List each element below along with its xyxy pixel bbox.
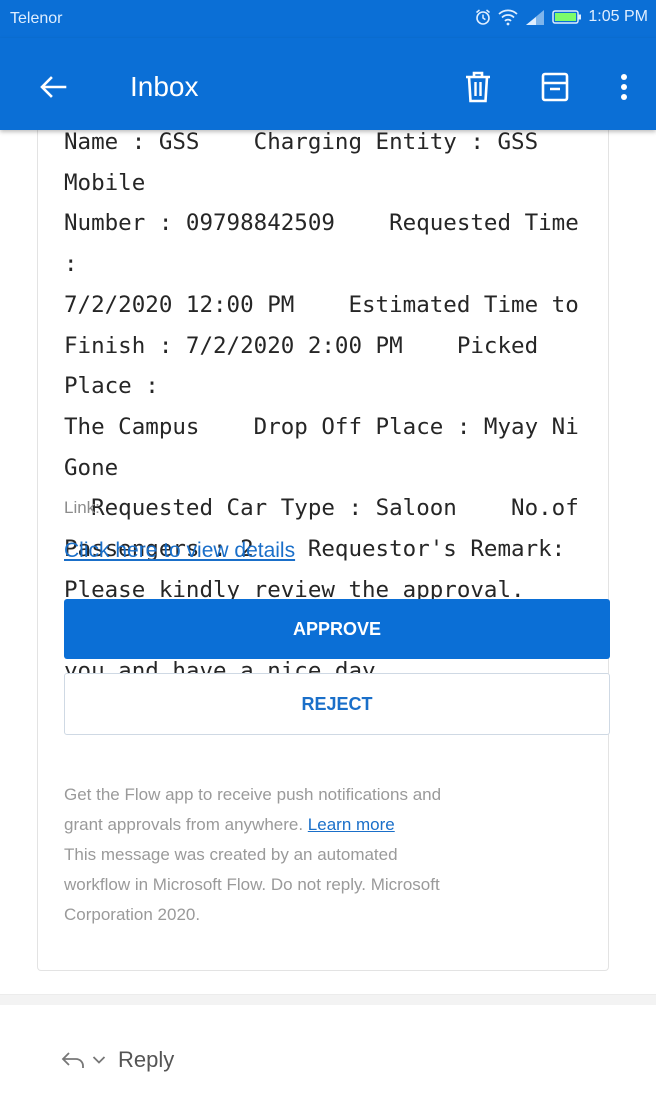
body-line: The Campus Drop Off Place : Myay Ni Gone (64, 413, 593, 481)
body-line: 7/2/2020 12:00 PM Estimated Time to (64, 291, 579, 318)
body-line: Number : 09798842509 Requested Time : (64, 210, 593, 278)
archive-icon (538, 72, 572, 108)
footer-line: grant approvals from anywhere. (64, 815, 308, 834)
app-bar: Inbox (0, 38, 656, 130)
chevron-down-icon[interactable] (92, 1055, 106, 1065)
footer-line: Corporation 2020. (64, 905, 201, 924)
wifi-icon (498, 8, 518, 26)
footer-line: Get the Flow app to receive push notific… (64, 785, 442, 804)
body-line: Name : GSS Charging Entity : GSS Mobile (64, 129, 593, 196)
back-arrow-icon (38, 76, 68, 106)
link-label: Link: (64, 498, 100, 517)
body-line: Requested Car Type : Saloon No.of (64, 495, 579, 522)
reject-button[interactable]: REJECT (64, 673, 610, 735)
battery-icon (552, 9, 582, 25)
footer-line: workflow in Microsoft Flow. Do not reply… (64, 875, 440, 894)
reply-icon (60, 1050, 86, 1070)
footer-line: This message was created by an automated (64, 845, 398, 864)
reply-label: Reply (118, 1047, 175, 1072)
approve-button[interactable]: APPROVE (64, 599, 610, 659)
reply-button[interactable]: Reply (60, 1040, 174, 1080)
status-time: 1:05 PM (588, 8, 648, 25)
section-divider (0, 994, 656, 1005)
page-title: Inbox (130, 71, 199, 102)
alarm-icon (474, 8, 492, 26)
back-button[interactable] (38, 72, 78, 102)
footer-text: Get the Flow app to receive push notific… (64, 780, 594, 930)
archive-button[interactable] (538, 70, 572, 104)
carrier-name: Telenor (10, 10, 63, 27)
signal-icon (524, 8, 546, 26)
status-icons: 1:05 PM (474, 8, 648, 26)
body-line: Finish : 7/2/2020 2:00 PM Picked Place : (64, 332, 552, 400)
message-card: Name : GSS Charging Entity : GSS Mobile … (37, 100, 610, 971)
more-options-button[interactable] (612, 70, 636, 104)
learn-more-link[interactable]: Learn more (308, 815, 395, 834)
view-details-link[interactable]: Click here to view details (64, 539, 295, 563)
status-bar: Telenor 1:05 PM (0, 0, 656, 38)
delete-button[interactable] (462, 70, 494, 104)
more-vert-icon (612, 74, 636, 108)
trash-icon (462, 71, 494, 108)
